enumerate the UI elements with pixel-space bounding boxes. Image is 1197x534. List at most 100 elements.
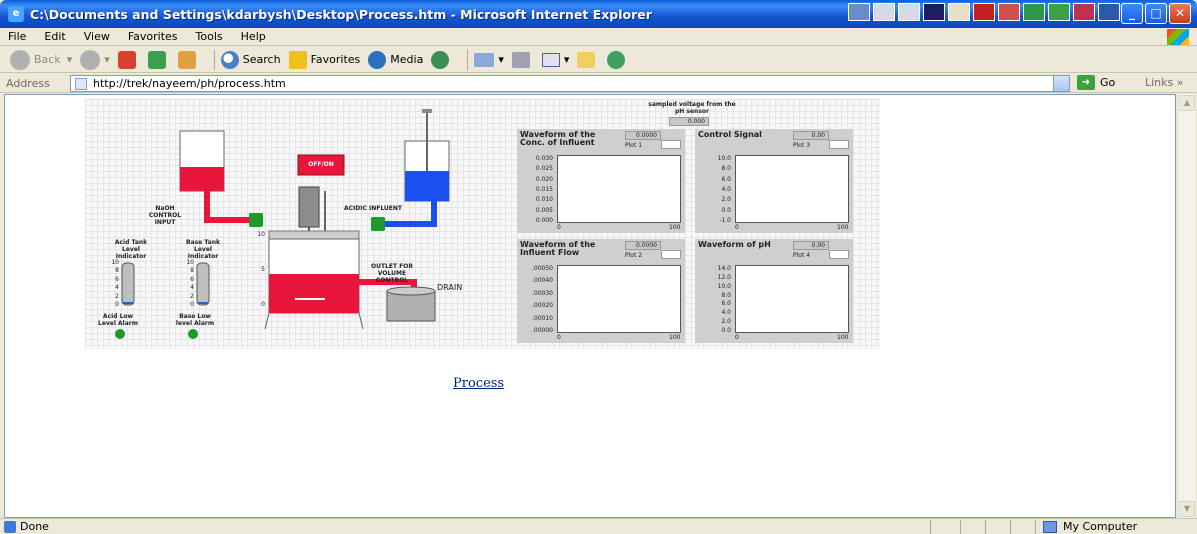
- y-tick-label: 0.020: [535, 175, 553, 183]
- page-icon: [75, 78, 87, 90]
- red-app-icon[interactable]: [973, 3, 995, 21]
- edit-word-button[interactable]: ▾: [541, 52, 569, 67]
- window-icon[interactable]: [898, 3, 920, 21]
- menu-favorites[interactable]: Favorites: [120, 30, 188, 43]
- x-tick-label: 100: [837, 224, 849, 231]
- chart-panel-3: Waveform of the Influent Flow 0.0000 Plo…: [517, 239, 685, 343]
- y-tick-label: 2.0: [721, 196, 731, 204]
- scale-tick-label: 4: [115, 284, 119, 292]
- plot-style-icon[interactable]: [829, 140, 849, 149]
- chart-value: 0.00: [793, 241, 829, 250]
- back-button[interactable]: Back ▾: [10, 49, 72, 70]
- scale-tick-label: 8: [190, 267, 194, 275]
- vertical-scrollbar[interactable]: ▲ ▼: [1177, 94, 1195, 518]
- plot-area[interactable]: [735, 155, 849, 223]
- base-level-fill: [198, 302, 208, 304]
- outlet-label: OUTLET FOR VOLUME CONTROL: [371, 263, 413, 284]
- favorites-button[interactable]: Favorites: [288, 50, 360, 69]
- y-tick-label: 0.025: [535, 165, 553, 173]
- menu-edit[interactable]: Edit: [36, 30, 75, 43]
- taskbar-icons: [848, 3, 1120, 21]
- dark-icon[interactable]: [923, 3, 945, 21]
- sensor-label: sampled voltage from the pH sensor: [648, 101, 736, 115]
- refresh-button[interactable]: [147, 50, 170, 69]
- messenger-icon: [607, 50, 626, 69]
- y-tick-label: 10.0: [717, 155, 731, 162]
- plot-area[interactable]: [557, 265, 681, 333]
- acid-alarm-led: [115, 329, 125, 339]
- plot-legend: Plot 4: [793, 252, 811, 259]
- x-tick-label: 0: [557, 224, 561, 231]
- app-icon[interactable]: [848, 3, 870, 21]
- plot-style-icon[interactable]: [661, 140, 681, 149]
- y-tick-label: .00000: [532, 327, 553, 334]
- media-button[interactable]: Media: [368, 50, 423, 69]
- excel-icon[interactable]: [1023, 3, 1045, 21]
- plot-legend: Plot 2: [625, 252, 643, 259]
- close-icon[interactable]: ✕: [1169, 3, 1191, 24]
- address-input[interactable]: http://trek/nayeem/ph/process.htm: [70, 75, 1070, 92]
- base-alarm-label: Base Low level Alarm: [175, 313, 215, 327]
- pink-app-icon[interactable]: [1073, 3, 1095, 21]
- y-tick-label: 0.0: [721, 206, 731, 214]
- y-tick-label: 12.0: [717, 273, 731, 281]
- menu-help[interactable]: Help: [233, 30, 276, 43]
- pdf-icon[interactable]: [998, 3, 1020, 21]
- search-people-icon[interactable]: [948, 3, 970, 21]
- menu-view[interactable]: View: [76, 30, 120, 43]
- scale-tick-label: 6: [190, 275, 194, 283]
- scroll-down-icon[interactable]: ▼: [1179, 501, 1195, 517]
- links-button[interactable]: Links »: [1145, 76, 1184, 89]
- window-title: C:\Documents and Settings\kdarbysh\Deskt…: [30, 6, 652, 22]
- scale-tick-label: 0: [261, 301, 265, 308]
- y-tick-label: 0.015: [535, 186, 553, 193]
- plot-style-icon[interactable]: [829, 250, 849, 259]
- go-arrow-icon: ➜: [1077, 75, 1095, 90]
- go-button[interactable]: ➜ Go: [1077, 75, 1115, 90]
- y-tick-label: 6.0: [721, 300, 731, 308]
- menu-file[interactable]: File: [0, 30, 36, 43]
- print-button[interactable]: [511, 51, 534, 68]
- messenger-button[interactable]: [607, 50, 629, 69]
- address-dropdown-icon[interactable]: [1053, 76, 1069, 91]
- scroll-up-icon[interactable]: ▲: [1179, 95, 1195, 111]
- refresh-icon: [147, 50, 166, 69]
- acid-gauge-scale: 10 8 6 4 2 0: [105, 259, 121, 309]
- y-tick-label: -1.0: [719, 217, 731, 224]
- windows-logo-icon: [1167, 29, 1189, 45]
- forward-button[interactable]: ▾: [80, 49, 110, 70]
- forward-arrow-icon: [80, 49, 101, 70]
- word-icon[interactable]: [1098, 3, 1120, 21]
- media-icon: [368, 50, 387, 69]
- scale-tick-label: 5: [261, 266, 265, 273]
- chart-panel-2: Control Signal 0.00 Plot 3 10.0 8.0 6.0 4.0…: [695, 129, 853, 233]
- base-tank-level-gauge: [196, 262, 210, 306]
- plot-style-icon[interactable]: [661, 250, 681, 259]
- plot-area[interactable]: [735, 265, 849, 333]
- reactor-vessel: [264, 230, 364, 330]
- acid-valve-icon: [371, 217, 385, 231]
- mail-button[interactable]: ▾: [474, 52, 504, 67]
- scale-tick-label: 2: [115, 292, 119, 300]
- acid-alarm-label: Acid Low Level Alarm: [98, 313, 138, 327]
- mail-icon[interactable]: [873, 3, 895, 21]
- y-tick-label: 0.005: [535, 206, 553, 214]
- home-button[interactable]: [177, 50, 200, 69]
- page-content: sampled voltage from the pH sensor 0.000…: [4, 94, 1176, 518]
- search-button[interactable]: Search: [220, 50, 281, 69]
- chart-value: 0.00: [793, 131, 829, 140]
- maximize-icon[interactable]: □: [1145, 3, 1167, 24]
- plot-area[interactable]: [557, 155, 681, 223]
- minimize-icon[interactable]: _: [1121, 3, 1143, 24]
- menu-tools[interactable]: Tools: [188, 30, 233, 43]
- history-button[interactable]: [431, 50, 453, 69]
- stop-button[interactable]: [117, 50, 140, 69]
- scale-tick-label: 0: [190, 301, 194, 308]
- green-app-icon[interactable]: [1048, 3, 1070, 21]
- discuss-button[interactable]: [577, 51, 599, 68]
- my-computer-icon: [1043, 520, 1057, 533]
- y-tick-label: .00050: [532, 265, 553, 272]
- offon-button[interactable]: OFF/ON: [298, 161, 344, 168]
- process-link[interactable]: Process: [453, 376, 504, 391]
- y-tick-label: .00010: [532, 314, 553, 322]
